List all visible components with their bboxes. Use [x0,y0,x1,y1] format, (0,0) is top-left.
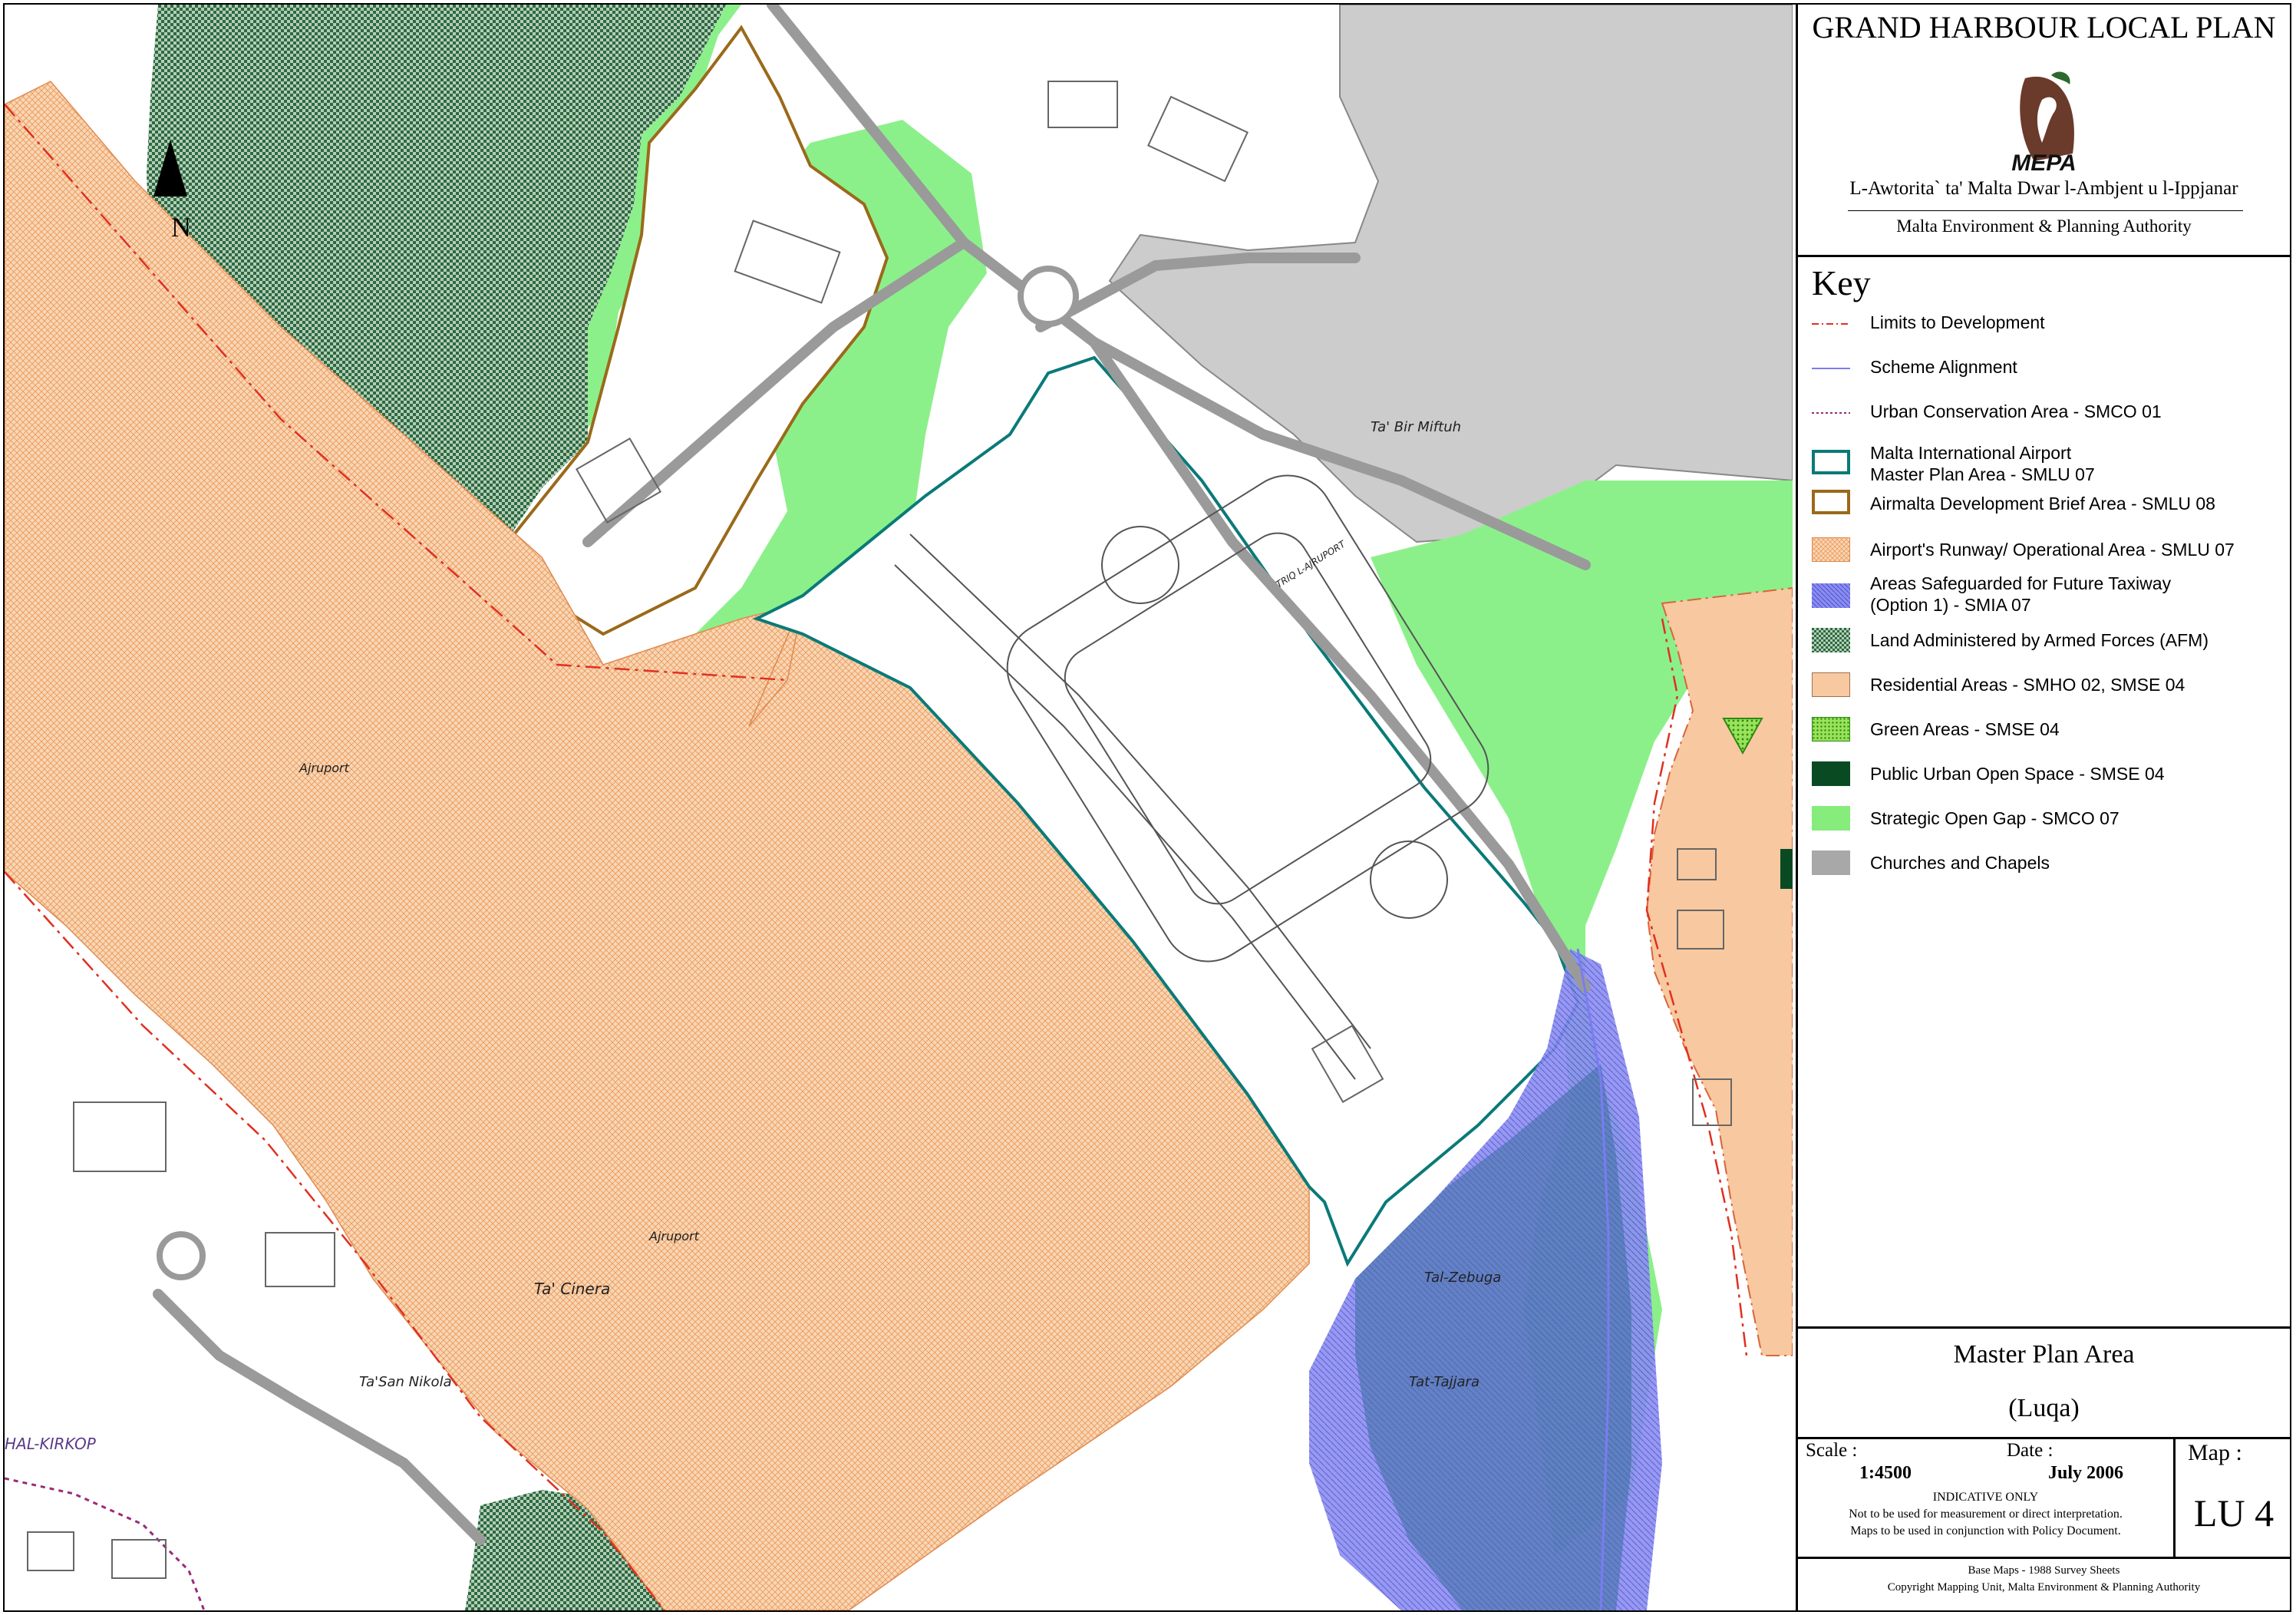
map-number: LU 4 [2193,1491,2275,1534]
legend-item-afm-land: Land Administered by Armed Forces (AFM) [1812,628,2288,674]
legend-label: Malta International Airport Master Plan … [1870,443,2095,484]
dotted-line-icon [1812,412,1850,414]
roundabout-north [1018,266,1079,327]
label-kirkop: HAL-KIRKOP [5,1435,97,1453]
label-zebuga: Tal-Zebuga [1424,1270,1501,1286]
north-label: N [171,212,191,243]
indicative-note: INDICATIVE ONLY [1932,1491,2039,1504]
legend-item-strategic-gap: Strategic Open Gap - SMCO 07 [1812,806,2288,852]
logo-text: MEPA [2011,150,2077,176]
legend-item-taxiway: Areas Safeguarded for Future Taxiway (Op… [1812,573,2288,619]
label-cinera: Ta' Cinera [534,1280,610,1298]
brown-outline-swatch-icon [1812,490,1850,514]
dark-green-swatch-icon [1812,761,1850,786]
legend-label: Land Administered by Armed Forces (AFM) [1870,630,2209,650]
label-tajjara: Tat-Tajjara [1409,1374,1480,1390]
peach-swatch-icon [1812,672,1850,697]
legend-item-churches: Churches and Chapels [1812,850,2288,897]
legend-item-green-areas: Green Areas - SMSE 04 [1812,717,2288,763]
orange-hatch-swatch-icon [1812,537,1850,562]
map-title: Master Plan Area [1953,1340,2135,1369]
legend-label: Public Urban Open Space - SMSE 04 [1870,764,2165,784]
label-ajruport-1: Ajruport [299,761,350,775]
label-ajruport-2: Ajruport [648,1229,700,1243]
legend-label: Green Areas - SMSE 04 [1870,719,2060,739]
title-block-divider-2 [1798,1437,2290,1439]
label-san-nikola: Ta'San Nikola [359,1374,452,1390]
legend-item-scheme-alignment: Scheme Alignment [1812,356,2288,401]
legend-label: Churches and Chapels [1870,853,2050,873]
dash-dot-line-icon [1812,323,1850,325]
grey-swatch-icon [1812,850,1850,875]
legend-label: Residential Areas - SMHO 02, SMSE 04 [1870,675,2185,695]
header-divider [1798,255,2290,257]
blue-hatch-swatch-icon [1812,583,1850,608]
green-checker-swatch-icon [1812,628,1850,652]
footer-copyright: Copyright Mapping Unit, Malta Environmen… [1887,1581,2201,1594]
date-value: July 2006 [2048,1463,2124,1483]
legend-label: Limits to Development [1870,312,2045,332]
legend-item-residential: Residential Areas - SMHO 02, SMSE 04 [1812,672,2288,718]
roundabout-southwest [157,1231,206,1280]
legend-label: Areas Safeguarded for Future Taxiway (Op… [1870,573,2172,615]
green-dots-swatch-icon [1812,717,1850,741]
label-road-airport: TRIQ L-AJRUPORT [1274,538,1348,590]
footer-divider [1798,1557,2290,1559]
grey-land-area [1108,5,1793,543]
footer-base-maps: Base Maps - 1988 Survey Sheets [1968,1564,2120,1577]
legend-item-airmalta-brief: Airmalta Development Brief Area - SMLU 0… [1812,490,2288,537]
map-number-label: Map : [2188,1440,2242,1465]
legend-panel: GRAND HARBOUR LOCAL PLAN MEPA L-Awtorita… [1796,5,2290,1610]
legend-item-airport-master-plan: Malta International Airport Master Plan … [1812,442,2288,488]
header-rule [1848,210,2243,211]
line-icon [1812,368,1850,369]
teal-outline-swatch-icon [1812,450,1850,474]
urban-conservation-area [5,1477,206,1610]
legend-label: Airport's Runway/ Operational Area - SML… [1870,540,2235,560]
label-bir-miftuh: Ta' Bir Miftuh [1371,419,1461,435]
title-block-divider [1798,1326,2290,1329]
map-canvas[interactable]: N Ta' Bir Miftuh Ajruport Ajruport Ta' C… [5,5,1793,1610]
scale-value: 1:4500 [1859,1463,1912,1483]
light-green-swatch-icon [1812,806,1850,831]
disclaimer-line-1: Not to be used for measurement or direct… [1849,1508,2123,1521]
scale-label: Scale : [1806,1440,1858,1461]
legend-item-urban-conservation: Urban Conservation Area - SMCO 01 [1812,401,2288,445]
legend-label: Strategic Open Gap - SMCO 07 [1870,808,2120,828]
authority-english: Malta Environment & Planning Authority [1896,216,2192,236]
date-label: Date : [2007,1440,2054,1461]
legend-item-public-open-space: Public Urban Open Space - SMSE 04 [1812,761,2288,808]
plan-title: GRAND HARBOUR LOCAL PLAN [1812,10,2276,45]
legend-label: Airmalta Development Brief Area - SMLU 0… [1870,494,2215,514]
disclaimer-line-2: Maps to be used in conjunction with Poli… [1850,1524,2121,1537]
legend-label: Urban Conservation Area - SMCO 01 [1870,401,2162,421]
key-title: Key [1812,263,1871,302]
public-urban-open-space [1780,849,1793,889]
legend-label: Scheme Alignment [1870,357,2017,377]
legend-item-limits-development: Limits to Development [1812,312,2288,356]
map-subtitle: (Luqa) [2008,1394,2080,1422]
authority-maltese: L-Awtorita` ta' Malta Dwar l-Ambjent u l… [1849,178,2238,199]
